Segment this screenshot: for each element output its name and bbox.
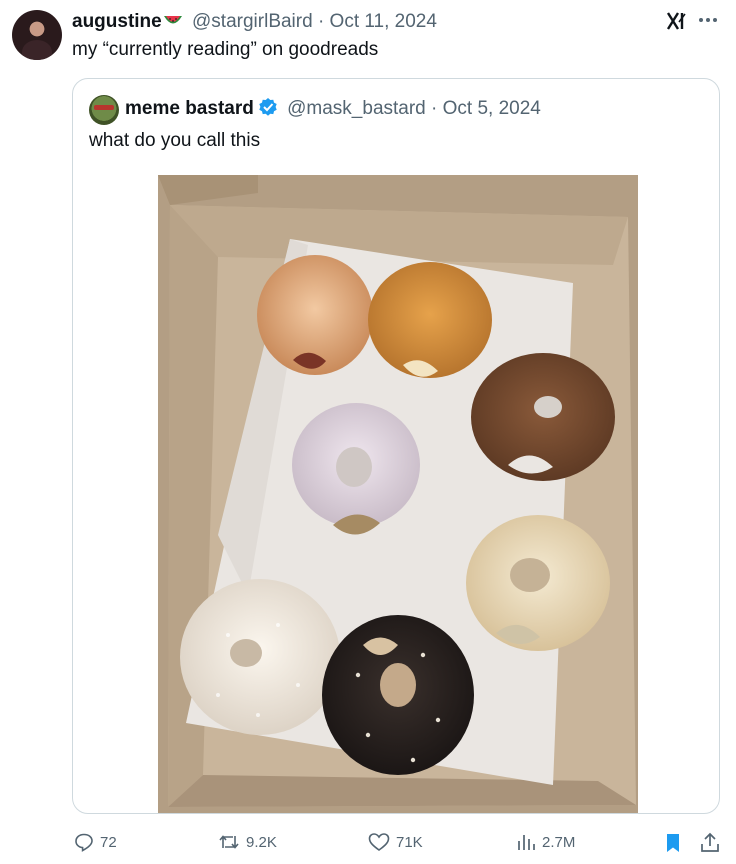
tweet-date[interactable]: · Oct 11, 2024 (318, 11, 437, 32)
repost-button[interactable]: 9.2K (218, 832, 277, 852)
quote-author-name[interactable]: meme bastard (125, 98, 254, 119)
like-icon (368, 832, 390, 852)
author-handle[interactable]: @stargirlBaird (192, 11, 313, 32)
tweet-text: my “currently reading” on goodreads (72, 39, 379, 60)
bookmark-button[interactable] (664, 832, 682, 854)
action-bar: 72 9.2K 71K 2.7M (0, 826, 736, 862)
bookmark-icon (664, 832, 682, 854)
reply-button[interactable]: 72 (74, 832, 117, 852)
attached-photo[interactable] (158, 175, 638, 813)
quoted-tweet[interactable]: meme bastard @mask_bastard · Oct 5, 2024… (72, 78, 720, 814)
like-count: 71K (396, 833, 423, 851)
reply-icon (74, 832, 94, 852)
verified-badge-icon (258, 97, 278, 124)
share-icon (700, 832, 720, 854)
watermelon-icon (163, 12, 183, 36)
repost-icon (218, 832, 240, 852)
more-icon[interactable] (697, 6, 719, 34)
like-button[interactable]: 71K (368, 832, 423, 852)
quote-text: what do you call this (89, 130, 261, 151)
repost-count: 9.2K (246, 833, 277, 851)
views-count: 2.7M (542, 833, 576, 851)
grok-icon[interactable] (666, 10, 688, 38)
quote-date[interactable]: · Oct 5, 2024 (431, 98, 541, 119)
quote-author-avatar[interactable] (89, 95, 119, 125)
tweet-header: augustine @stargirlBaird · Oct 11, 2024 (72, 10, 437, 36)
views-button[interactable]: 2.7M (516, 832, 575, 852)
views-icon (516, 832, 536, 852)
author-name[interactable]: augustine (72, 11, 162, 32)
quote-header: meme bastard @mask_bastard · Oct 5, 2024 (125, 97, 541, 124)
quote-author-handle[interactable]: @mask_bastard (287, 98, 426, 119)
reply-count: 72 (100, 833, 117, 851)
share-button[interactable] (700, 832, 720, 854)
author-avatar[interactable] (12, 10, 62, 60)
